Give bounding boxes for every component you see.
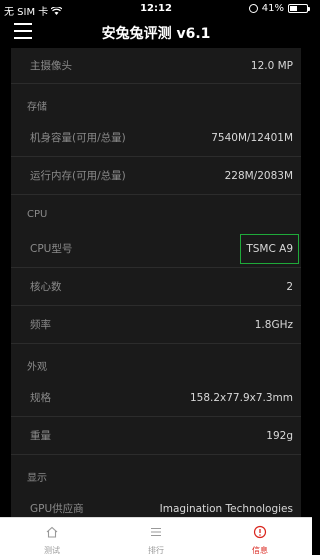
row-label: 规格 bbox=[30, 392, 51, 404]
tab-bar: 测试 排行 信息 bbox=[0, 517, 312, 555]
battery-fill bbox=[290, 6, 297, 11]
list-item-ram: 运行内存(可用/总量) 228M/2083M bbox=[11, 157, 301, 195]
list-item-freq: 频率 1.8GHz bbox=[11, 306, 301, 344]
tab-label: 信息 bbox=[252, 546, 268, 555]
alarm-icon bbox=[248, 4, 258, 13]
section-storage: 存储 bbox=[27, 102, 47, 113]
page-title: 安兔兔评测 v6.1 bbox=[101, 26, 211, 42]
list-item-cpu-model: CPU型号 TSMC A9 bbox=[11, 230, 301, 268]
battery-icon bbox=[288, 4, 310, 13]
info-icon bbox=[253, 525, 267, 539]
tab-label: 测试 bbox=[44, 546, 60, 555]
battery-percent: 41% bbox=[261, 3, 284, 14]
status-bar: 无 SIM 卡 12:12 41% bbox=[0, 0, 312, 18]
section-cpu: CPU bbox=[27, 209, 48, 220]
row-label: 重量 bbox=[30, 430, 51, 442]
section-appearance: 外观 bbox=[27, 362, 47, 373]
cpu-model-value: TSMC A9 bbox=[240, 233, 299, 264]
tab-info[interactable]: 信息 bbox=[208, 518, 312, 555]
list-item-cores: 核心数 2 bbox=[11, 268, 301, 306]
row-label: GPU供应商 bbox=[30, 503, 84, 515]
list-item-rom: 机身容量(可用/总量) 7540M/12401M bbox=[11, 119, 301, 157]
tab-label: 排行 bbox=[148, 546, 164, 555]
row-value: 1.8GHz bbox=[254, 318, 293, 331]
list-item-size: 规格 158.2x77.9x7.3mm bbox=[11, 379, 301, 417]
tab-ranking[interactable]: 排行 bbox=[104, 518, 208, 555]
row-label: 核心数 bbox=[30, 281, 62, 293]
section-display: 显示 bbox=[27, 473, 47, 484]
nav-bar: 安兔兔评测 v6.1 bbox=[0, 17, 312, 46]
row-value: 12.0 MP bbox=[250, 59, 293, 72]
row-label: 机身容量(可用/总量) bbox=[30, 132, 126, 144]
row-value: 158.2x77.9x7.3mm bbox=[189, 391, 293, 404]
info-list[interactable]: 主摄像头 12.0 MP 存储 机身容量(可用/总量) 7540M/12401M… bbox=[11, 48, 301, 517]
list-item-camera: 主摄像头 12.0 MP bbox=[11, 48, 301, 84]
row-value: 192g bbox=[266, 429, 293, 442]
list-icon bbox=[151, 527, 161, 537]
row-label: CPU型号 bbox=[30, 243, 73, 255]
row-label: 主摄像头 bbox=[30, 60, 72, 72]
row-label: 频率 bbox=[30, 319, 51, 331]
status-right: 41% bbox=[248, 3, 310, 14]
row-value: Imagination Technologies bbox=[159, 502, 293, 515]
row-label: 运行内存(可用/总量) bbox=[30, 170, 126, 182]
home-icon bbox=[46, 526, 58, 538]
row-value: 228M/2083M bbox=[224, 169, 293, 182]
tab-test[interactable]: 测试 bbox=[0, 518, 104, 555]
row-value: 2 bbox=[286, 280, 293, 293]
list-item-gpu: GPU供应商 Imagination Technologies bbox=[11, 490, 301, 517]
row-value: 7540M/12401M bbox=[211, 131, 293, 144]
list-item-weight: 重量 192g bbox=[11, 417, 301, 455]
